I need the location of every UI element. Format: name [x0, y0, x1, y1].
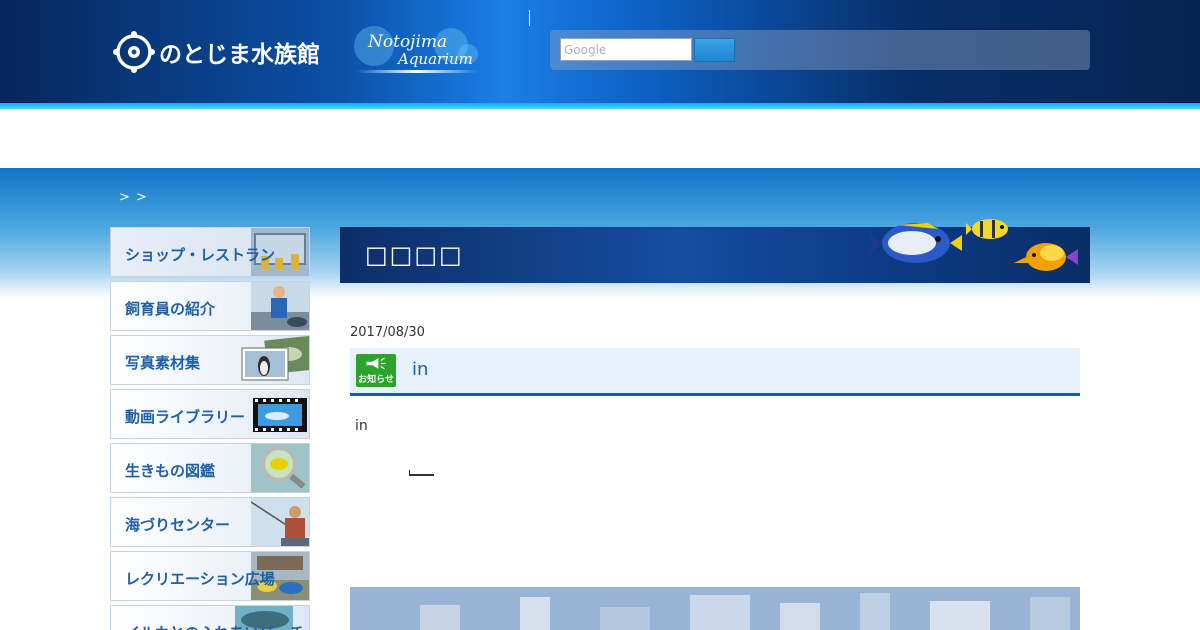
aquarium-photo [350, 587, 1080, 630]
fish-decoration-icon [868, 219, 1078, 271]
site-header: のとじま水族館 Notojima Aquarium [0, 0, 1200, 103]
sidebar-item-label: 生きもの図鑑 [125, 462, 216, 480]
breadcrumb[interactable]: > > [119, 190, 148, 205]
sidebar-item-shop-restaurant[interactable]: ショップ・レストラン [110, 227, 310, 277]
sidebar-item-recreation[interactable]: レクリエーション広場 [110, 551, 310, 601]
header-divider [529, 10, 530, 26]
sidebar: ショップ・レストラン 飼育員の紹介 写真素材集 動画ライブラリー 生きもの図鑑 … [110, 227, 310, 630]
sidebar-item-label: 動画ライブラリー [125, 408, 246, 426]
sidebar-item-staff[interactable]: 飼育員の紹介 [110, 281, 310, 331]
sidebar-item-fishing-center[interactable]: 海づりセンター [110, 497, 310, 547]
sidebar-item-videos[interactable]: 動画ライブラリー [110, 389, 310, 439]
sidebar-item-label: ショップ・レストラン [125, 246, 276, 264]
sidebar-item-photos[interactable]: 写真素材集 [110, 335, 310, 385]
site-logo[interactable]: のとじま水族館 Notojima Aquarium [112, 26, 478, 74]
sidebar-item-label: レクリエーション広場 [125, 570, 275, 588]
post-date: 2017/08/30 [350, 325, 425, 340]
post-underline-mark [410, 474, 434, 476]
megaphone-icon [366, 357, 386, 370]
search-button[interactable] [694, 38, 735, 62]
magnifier-icon [251, 444, 309, 492]
search-input[interactable] [560, 38, 692, 61]
global-nav [0, 109, 1200, 168]
logo-text-jp: のとじま水族館 [159, 42, 320, 68]
search-box [550, 30, 1090, 70]
sidebar-item-dolphin-beach[interactable]: イルカとのふれあいビーチ [110, 605, 310, 630]
sidebar-item-label: 飼育員の紹介 [125, 300, 216, 318]
fish-logo-icon [113, 31, 155, 73]
news-category-icon: お知らせ [356, 354, 396, 387]
logo-text-en: Notojima Aquarium [354, 26, 486, 78]
main-title-bar: □□□□ [340, 219, 1090, 283]
page-title: □□□□ [365, 241, 464, 269]
sidebar-item-label: 写真素材集 [125, 354, 201, 372]
staff-photo [251, 282, 309, 330]
fishing-photo [251, 498, 309, 546]
photos-thumbnail [241, 336, 309, 381]
sidebar-item-encyclopedia[interactable]: 生きもの図鑑 [110, 443, 310, 493]
post-photo [350, 587, 1080, 630]
post-header: お知らせ in [350, 348, 1080, 396]
sidebar-item-label: 海づりセンター [125, 516, 231, 534]
film-strip-icon [253, 398, 307, 432]
sidebar-item-label: イルカとのふれあいビーチ [125, 622, 304, 630]
post-title: in [412, 359, 429, 380]
post-body-text: in [355, 418, 368, 434]
